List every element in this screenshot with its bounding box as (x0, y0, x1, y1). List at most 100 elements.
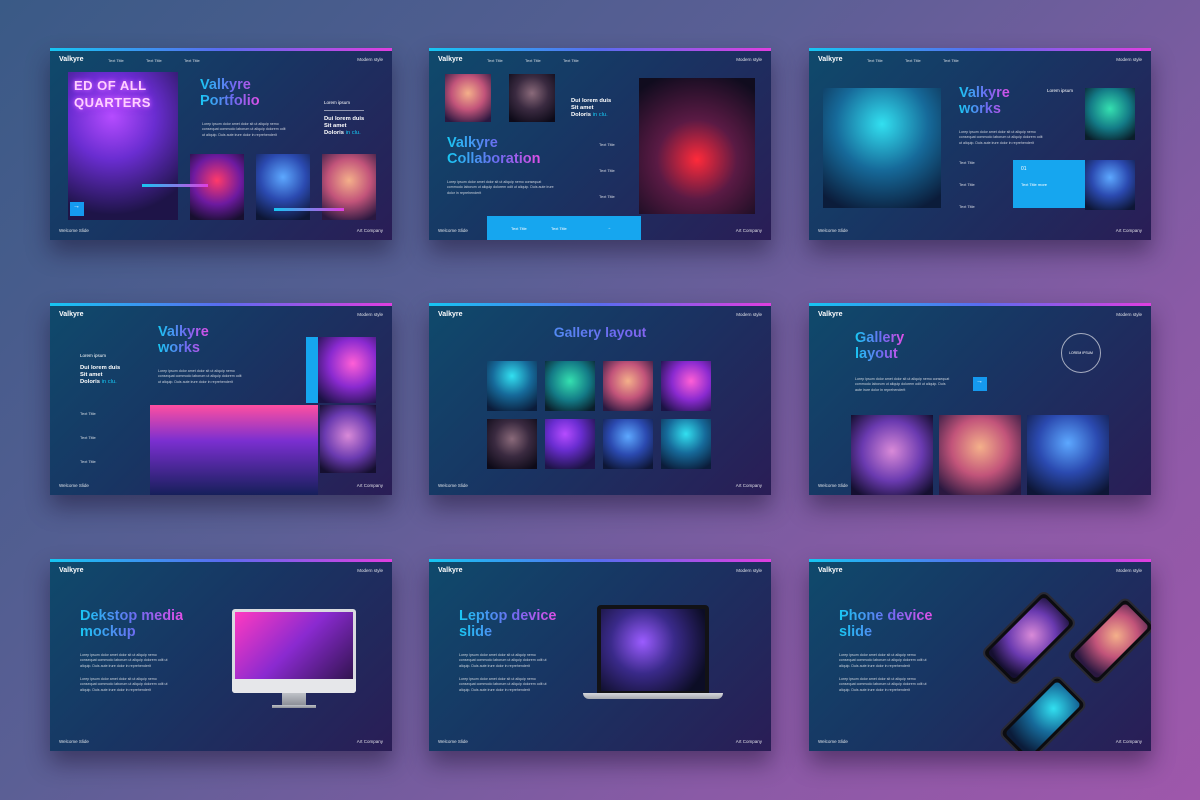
brand-name: Valkyre (818, 567, 843, 574)
quote-line: Dui lorem duis (80, 365, 121, 371)
text-title-label: Text Title (80, 411, 96, 416)
portrait-photo (320, 405, 376, 473)
body-text: Lorep ipsum dolor amet dolor sit ut aliq… (447, 180, 554, 195)
slide-title: Gallery layout (855, 331, 904, 363)
hooded-model-photo (939, 415, 1021, 495)
gallery-photo (545, 361, 595, 411)
gradient-top-bar (50, 559, 392, 562)
body-text: Lorep ipsum dolor amet dolor sit ut aliq… (158, 369, 242, 384)
portrait-photo (190, 154, 244, 220)
text-title-label: Text Title (511, 226, 527, 231)
lorem-label: Lorem ipsum (1047, 88, 1074, 93)
style-tag: Modern style (1116, 568, 1142, 573)
footer-right: Art Company (356, 483, 383, 488)
phone-screen (987, 596, 1071, 680)
divider (324, 110, 364, 111)
text-title-label: Text Title (959, 182, 975, 187)
title-line: Portfolio (200, 92, 260, 109)
body-text: Lorep ipsum dolor amet dolor sit ut aliq… (839, 677, 927, 692)
style-tag: Modern style (357, 312, 383, 317)
phone-screen (1072, 602, 1150, 680)
style-tag: Modern style (736, 312, 762, 317)
desktop-monitor-mockup (232, 609, 356, 693)
card-title: Text Title more (1021, 182, 1048, 187)
cyan-footer-band: Text Title Text Title → (487, 216, 641, 240)
footer-left: Welcome Slide (438, 228, 468, 233)
quote-line: Doloris (571, 112, 591, 119)
laptop-screen (601, 609, 705, 691)
brand-name: Valkyre (438, 56, 463, 63)
laptop-base (583, 693, 723, 699)
slide-gallery-layout[interactable]: Valkyre Modern style Gallery layout Welc… (429, 303, 771, 495)
gradient-top-bar (809, 303, 1151, 306)
title-line: Valkyre (158, 324, 209, 340)
gallery-photo (545, 419, 595, 469)
sequin-photo (318, 337, 376, 403)
slide-phone-device[interactable]: Valkyre Modern style Phone device slide … (809, 559, 1151, 751)
style-tag: Modern style (1116, 312, 1142, 317)
portrait-photo (1085, 160, 1135, 210)
title-line: Valkyre (447, 135, 498, 151)
slide-title: Valkyre works (959, 86, 1010, 118)
text-title-label: Text Title (599, 142, 615, 147)
slide-title: Valkyre Portfolio (200, 78, 260, 110)
gallery-photo (487, 419, 537, 469)
nav-text-title: Text Title (867, 58, 883, 63)
arrow-button[interactable] (70, 202, 84, 216)
slide-desktop-mockup[interactable]: Valkyre Modern style Dekstop media mocku… (50, 559, 392, 751)
gradient-top-bar (809, 48, 1151, 51)
slide-valkyre-portfolio[interactable]: Valkyre Text Title Text Title Text Title… (50, 48, 392, 240)
text-title-label: Text Title (599, 194, 615, 199)
style-tag: Modern style (1116, 57, 1142, 62)
gallery-photo (487, 361, 537, 411)
footer-left: Welcome Slide (818, 483, 848, 488)
arrow-button[interactable] (973, 377, 987, 391)
gradient-top-bar (50, 303, 392, 306)
title-line: Gallery (855, 330, 905, 346)
gradient-accent-bar (274, 208, 344, 211)
circle-label: LOREM IPSUM (1069, 351, 1093, 355)
text-title-label: Text Title (959, 204, 975, 209)
neon-sign-line: QUARTERS (74, 94, 151, 110)
text-title-label: Text Title (599, 168, 615, 173)
title-line: Valkyre (959, 85, 1010, 101)
slide-valkyre-works-2[interactable]: Valkyre Modern style Lorem ipsum Dui lor… (50, 303, 392, 495)
body-text: Lorep ipsum dolor amet dolor sit ut aliq… (839, 653, 927, 668)
title-line: slide (459, 623, 493, 640)
text-title-label: Text Title (959, 160, 975, 165)
lorem-ipsum-circle: LOREM IPSUM (1061, 333, 1101, 373)
neon-sign-photo: ED OF ALL QUARTERS (68, 72, 178, 220)
title-line: Collaboration (447, 150, 541, 167)
concert-photo (823, 88, 941, 208)
slide-laptop-device[interactable]: Valkyre Modern style Leptop device slide… (429, 559, 771, 751)
singer-photo (445, 74, 491, 122)
quote-dim: in clu. (101, 379, 117, 386)
quote-line: Doloris (324, 130, 344, 137)
title-line: Leptop device (459, 608, 557, 624)
slide-valkyre-collaboration[interactable]: Valkyre Text Title Text Title Text Title… (429, 48, 771, 240)
gradient-top-bar (809, 559, 1151, 562)
brand-name: Valkyre (59, 311, 84, 318)
title-line: layout (855, 345, 898, 362)
nav-text-title: Text Title (943, 58, 959, 63)
title-line: works (158, 339, 200, 356)
laptop-mockup (597, 605, 709, 693)
lorem-label: Lorem ipsum (324, 100, 351, 105)
quote-line: Dui lorem duis (571, 98, 612, 104)
slide-gallery-layout-2[interactable]: Valkyre Modern style Gallery layout LORE… (809, 303, 1151, 495)
slide-valkyre-works[interactable]: Valkyre Text Title Text Title Text Title… (809, 48, 1151, 240)
brand-name: Valkyre (438, 311, 463, 318)
text-title-label: Text Title (80, 435, 96, 440)
quote-dim: in clu. (345, 130, 361, 137)
arrow-icon[interactable]: → (607, 225, 611, 230)
portrait-photo (1085, 88, 1135, 140)
quote-line: Sit amet (324, 123, 347, 130)
brand-name: Valkyre (59, 56, 84, 63)
footer-right: Art Company (356, 228, 383, 233)
gradient-top-bar (50, 48, 392, 51)
title-line: Dekstop media (80, 608, 184, 624)
footer-right: Art Company (735, 739, 762, 744)
quote-text: Dui lorem duis Sit amet Doloris in clu. (571, 98, 611, 120)
style-tag: Modern style (357, 568, 383, 573)
body-text: Lorep ipsum dolor amet dolor sit ut aliq… (80, 653, 168, 668)
